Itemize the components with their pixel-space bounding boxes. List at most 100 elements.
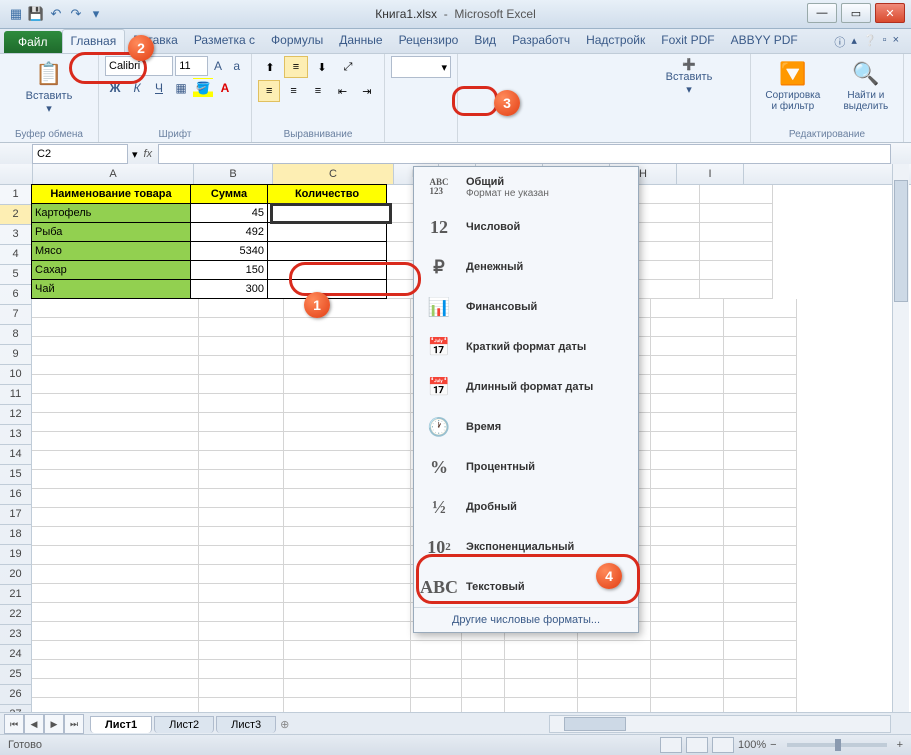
number-format-dropdown[interactable]: ▾: [391, 56, 451, 78]
sheet-tab[interactable]: Лист2: [154, 716, 214, 733]
cell[interactable]: [199, 698, 284, 713]
cell[interactable]: [199, 394, 284, 413]
cell[interactable]: [724, 375, 797, 394]
horizontal-scrollbar[interactable]: [549, 715, 891, 733]
cell[interactable]: [724, 413, 797, 432]
cell[interactable]: [32, 318, 199, 337]
row-header[interactable]: 15: [0, 465, 32, 485]
cell[interactable]: [32, 584, 199, 603]
column-header[interactable]: A: [33, 164, 194, 184]
row-header[interactable]: 4: [0, 245, 32, 265]
more-formats-item[interactable]: Другие числовые форматы...: [414, 607, 638, 632]
sheet-nav-next[interactable]: ▶: [44, 714, 64, 734]
qat-more-icon[interactable]: ▾: [88, 6, 104, 22]
cell[interactable]: [724, 356, 797, 375]
cell[interactable]: [651, 489, 724, 508]
cell[interactable]: Картофель: [31, 203, 191, 223]
cell[interactable]: [284, 508, 411, 527]
tab-формулы[interactable]: Формулы: [263, 29, 331, 53]
cell[interactable]: 492: [190, 222, 268, 242]
cell[interactable]: [199, 584, 284, 603]
column-header[interactable]: C: [273, 164, 394, 184]
row-header[interactable]: 13: [0, 425, 32, 445]
cell[interactable]: [724, 394, 797, 413]
find-select-button[interactable]: 🔍 Найти и выделить: [835, 56, 897, 114]
orientation-icon[interactable]: ⤢: [336, 56, 360, 78]
cell[interactable]: [32, 508, 199, 527]
row-header[interactable]: 2: [0, 205, 32, 225]
tab-foxit pdf[interactable]: Foxit PDF: [653, 29, 722, 53]
tab-главная[interactable]: Главная: [62, 29, 126, 53]
cell[interactable]: 45: [190, 203, 268, 223]
cell[interactable]: [32, 432, 199, 451]
cell[interactable]: [199, 660, 284, 679]
help-question-icon[interactable]: ❔: [863, 34, 877, 50]
format-item-экспоненциальный[interactable]: 102Экспоненциальный: [414, 527, 638, 567]
cell[interactable]: [724, 565, 797, 584]
insert-cells-button[interactable]: ➕ Вставить ▾: [634, 56, 744, 98]
cell[interactable]: Рыба: [31, 222, 191, 242]
align-middle-icon[interactable]: ≡: [284, 56, 308, 78]
cell[interactable]: [411, 641, 462, 660]
cell[interactable]: [284, 565, 411, 584]
zoom-in-icon[interactable]: +: [897, 739, 903, 751]
cell[interactable]: [284, 603, 411, 622]
cell[interactable]: [724, 489, 797, 508]
cell[interactable]: [284, 622, 411, 641]
cell[interactable]: [700, 185, 773, 204]
cell[interactable]: Чай: [31, 279, 191, 299]
tab-надстройк[interactable]: Надстройк: [578, 29, 653, 53]
formula-input[interactable]: [158, 144, 891, 164]
underline-icon[interactable]: Ч: [149, 78, 169, 98]
cell[interactable]: [651, 546, 724, 565]
scrollbar-thumb[interactable]: [894, 180, 908, 302]
row-header[interactable]: 9: [0, 345, 32, 365]
cell[interactable]: [284, 470, 411, 489]
cell[interactable]: [462, 698, 505, 713]
align-left-icon[interactable]: ≡: [258, 80, 280, 102]
select-all-corner[interactable]: [0, 164, 33, 184]
cell[interactable]: Наименование товара: [31, 184, 191, 204]
cell[interactable]: [505, 641, 578, 660]
sheet-nav-prev[interactable]: ◀: [24, 714, 44, 734]
cell[interactable]: [578, 660, 651, 679]
cell[interactable]: Сахар: [31, 260, 191, 280]
cell[interactable]: [724, 299, 797, 318]
row-header[interactable]: 5: [0, 265, 32, 285]
zoom-slider[interactable]: [787, 743, 887, 747]
cell[interactable]: [284, 451, 411, 470]
cell[interactable]: [199, 508, 284, 527]
cell[interactable]: [651, 565, 724, 584]
zoom-out-icon[interactable]: −: [770, 739, 776, 751]
minimize-ribbon-icon[interactable]: ▴: [851, 34, 857, 50]
cell[interactable]: [651, 622, 724, 641]
row-header[interactable]: 1: [0, 185, 32, 205]
cell[interactable]: [700, 242, 773, 261]
scrollbar-thumb[interactable]: [564, 717, 626, 731]
cell[interactable]: [651, 451, 724, 470]
sheet-nav-first[interactable]: ⏮: [4, 714, 24, 734]
cell[interactable]: 5340: [190, 241, 268, 261]
cell[interactable]: [651, 584, 724, 603]
cell[interactable]: [267, 241, 387, 261]
cell[interactable]: [32, 451, 199, 470]
row-header[interactable]: 12: [0, 405, 32, 425]
format-item-время[interactable]: 🕐Время: [414, 407, 638, 447]
cell[interactable]: [32, 356, 199, 375]
page-layout-view-icon[interactable]: [686, 737, 708, 753]
cell[interactable]: [411, 698, 462, 713]
undo-icon[interactable]: ↶: [48, 6, 64, 22]
tab-вид[interactable]: Вид: [466, 29, 504, 53]
cell[interactable]: [411, 679, 462, 698]
sheet-tab[interactable]: Лист3: [216, 716, 276, 733]
cell[interactable]: [32, 337, 199, 356]
cell[interactable]: [462, 660, 505, 679]
cell[interactable]: [411, 660, 462, 679]
cell[interactable]: 300: [190, 279, 268, 299]
row-header[interactable]: 26: [0, 685, 32, 705]
row-header[interactable]: 18: [0, 525, 32, 545]
cell[interactable]: [199, 565, 284, 584]
new-sheet-icon[interactable]: ⊕: [280, 718, 289, 731]
file-tab[interactable]: Файл: [4, 31, 62, 53]
format-item-длинный формат даты[interactable]: 📅Длинный формат даты: [414, 367, 638, 407]
